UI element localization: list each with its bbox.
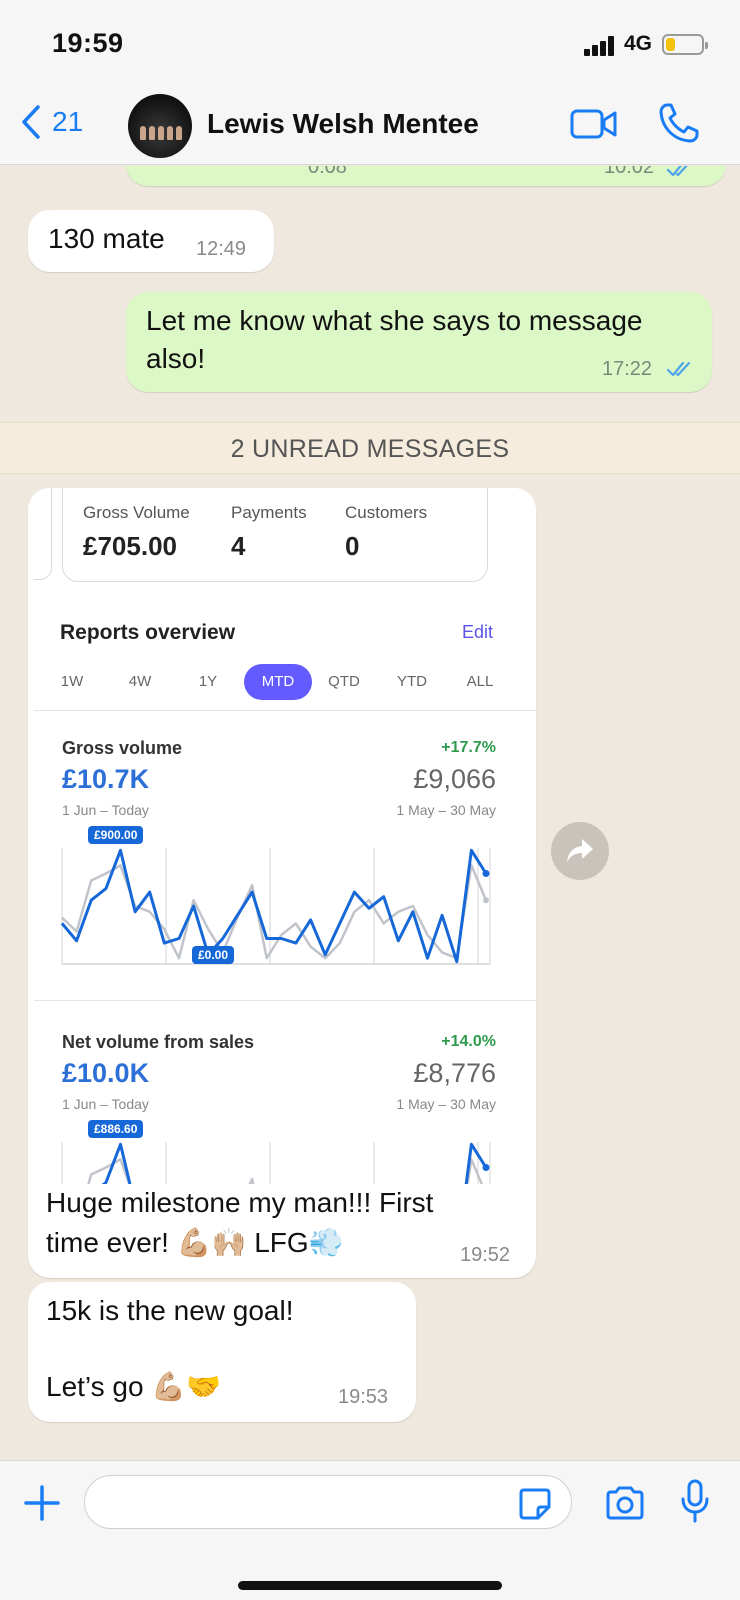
read-ticks-icon <box>666 361 691 377</box>
phone-icon[interactable] <box>658 102 700 144</box>
message-time: 10:02 <box>604 166 655 178</box>
status-bar: 19:59 4G <box>0 0 740 88</box>
message-time: 19:52 <box>460 1244 511 1266</box>
contact-name[interactable]: Lewis Welsh Mentee <box>207 108 479 140</box>
chat-area[interactable]: 0:08 10:02 130 mate 12:49 Let me know wh… <box>0 166 740 1460</box>
metric-previous: £8,776 <box>413 1058 496 1088</box>
metric-value: £10.0K <box>62 1058 150 1088</box>
message-text: 130 mate <box>48 223 165 254</box>
metric-label: Gross volume <box>62 738 183 758</box>
microphone-icon[interactable] <box>680 1479 710 1523</box>
sticker-icon[interactable] <box>518 1487 552 1521</box>
back-button[interactable]: 21 <box>20 104 83 140</box>
stats-card: Gross Volume £705.00 Payments 4 Customer… <box>62 488 488 582</box>
max-value-tag: £886.60 <box>88 1120 144 1138</box>
current-end-dot <box>482 870 490 878</box>
message-text-line2: time ever! 💪🏼🙌🏼 LFG💨 <box>46 1227 344 1258</box>
incoming-message[interactable]: 130 mate 12:49 <box>28 210 274 272</box>
message-text-line1: 15k is the new goal! <box>46 1295 294 1326</box>
message-composer <box>0 1460 740 1600</box>
reports-title: Reports overview <box>60 621 236 644</box>
stat-value: 4 <box>231 531 246 561</box>
voice-message-bubble[interactable]: 0:08 10:02 <box>126 166 726 186</box>
metric-change: +17.7% <box>441 739 496 756</box>
message-text-line2: Let’s go 💪🏼🤝 <box>46 1371 222 1402</box>
message-input[interactable] <box>84 1475 572 1529</box>
home-indicator <box>238 1581 502 1590</box>
tab-ytd: YTD <box>397 673 427 690</box>
video-call-icon[interactable] <box>570 106 618 142</box>
metric-value: £10.7K <box>62 764 150 794</box>
chevron-left-icon <box>22 105 40 139</box>
read-ticks-icon <box>666 166 688 177</box>
edit-link: Edit <box>462 622 494 642</box>
forward-icon <box>567 839 593 862</box>
plus-icon[interactable] <box>22 1483 62 1523</box>
stat-label: Customers <box>345 503 428 522</box>
incoming-message[interactable]: 15k is the new goal! Let’s go 💪🏼🤝 19:53 <box>28 1282 416 1422</box>
metric-range: 1 Jun – Today <box>62 1096 149 1112</box>
net-volume-chart <box>61 1142 491 1184</box>
current-end-dot <box>482 1164 490 1172</box>
unread-messages-divider: 2 UNREAD MESSAGES <box>0 422 740 474</box>
signal-icon <box>584 36 616 56</box>
max-value-tag: £900.00 <box>88 826 144 844</box>
status-time: 19:59 <box>52 28 124 58</box>
camera-icon[interactable] <box>604 1485 646 1521</box>
battery-icon <box>662 34 708 55</box>
stat-label: Gross Volume <box>83 503 190 522</box>
metric-change: +14.0% <box>441 1033 496 1050</box>
message-time: 17:22 <box>602 358 653 380</box>
stat-value: £705.00 <box>83 531 177 561</box>
stat-label: Payments <box>231 503 307 522</box>
voice-duration: 0:08 <box>308 166 347 178</box>
avatar[interactable] <box>128 94 192 158</box>
message-text-line1: Let me know what she says to message <box>146 305 643 336</box>
outgoing-message[interactable]: Let me know what she says to message als… <box>126 292 712 392</box>
metric-previous: £9,066 <box>413 764 496 794</box>
forward-button[interactable] <box>551 822 609 880</box>
dashboard-screenshot[interactable]: Gross Volume £705.00 Payments 4 Customer… <box>28 488 536 1184</box>
tab-all: ALL <box>466 673 494 690</box>
min-value-tag: £0.00 <box>192 946 235 964</box>
tab-qtd: QTD <box>328 673 360 690</box>
metric-label: Net volume from sales <box>62 1032 255 1052</box>
metric-prev-range: 1 May – 30 May <box>396 802 496 818</box>
tab-mtd: MTD <box>244 664 312 700</box>
tab-1y: 1Y <box>198 673 218 690</box>
message-time: 19:53 <box>338 1386 389 1408</box>
message-text-line1: Huge milestone my man!!! First <box>46 1187 434 1218</box>
metric-prev-range: 1 May – 30 May <box>396 1096 496 1112</box>
message-time: 12:49 <box>196 238 247 260</box>
previous-end-dot <box>483 897 489 904</box>
unread-chat-count: 21 <box>52 106 84 137</box>
stat-value: 0 <box>345 531 360 561</box>
network-type: 4G <box>624 32 653 55</box>
gross-volume-chart <box>60 848 491 965</box>
tab-1w: 1W <box>60 673 84 690</box>
tab-4w: 4W <box>128 673 152 690</box>
message-text-line2: also! <box>146 343 206 374</box>
metric-range: 1 Jun – Today <box>62 802 149 818</box>
chat-header: 21 Lewis Welsh Mentee <box>0 88 740 165</box>
image-message[interactable]: Gross Volume £705.00 Payments 4 Customer… <box>28 488 536 1278</box>
period-tabs: 1W 4W 1Y MTD QTD YTD ALL <box>42 664 536 700</box>
current-period-line <box>101 1142 488 1184</box>
